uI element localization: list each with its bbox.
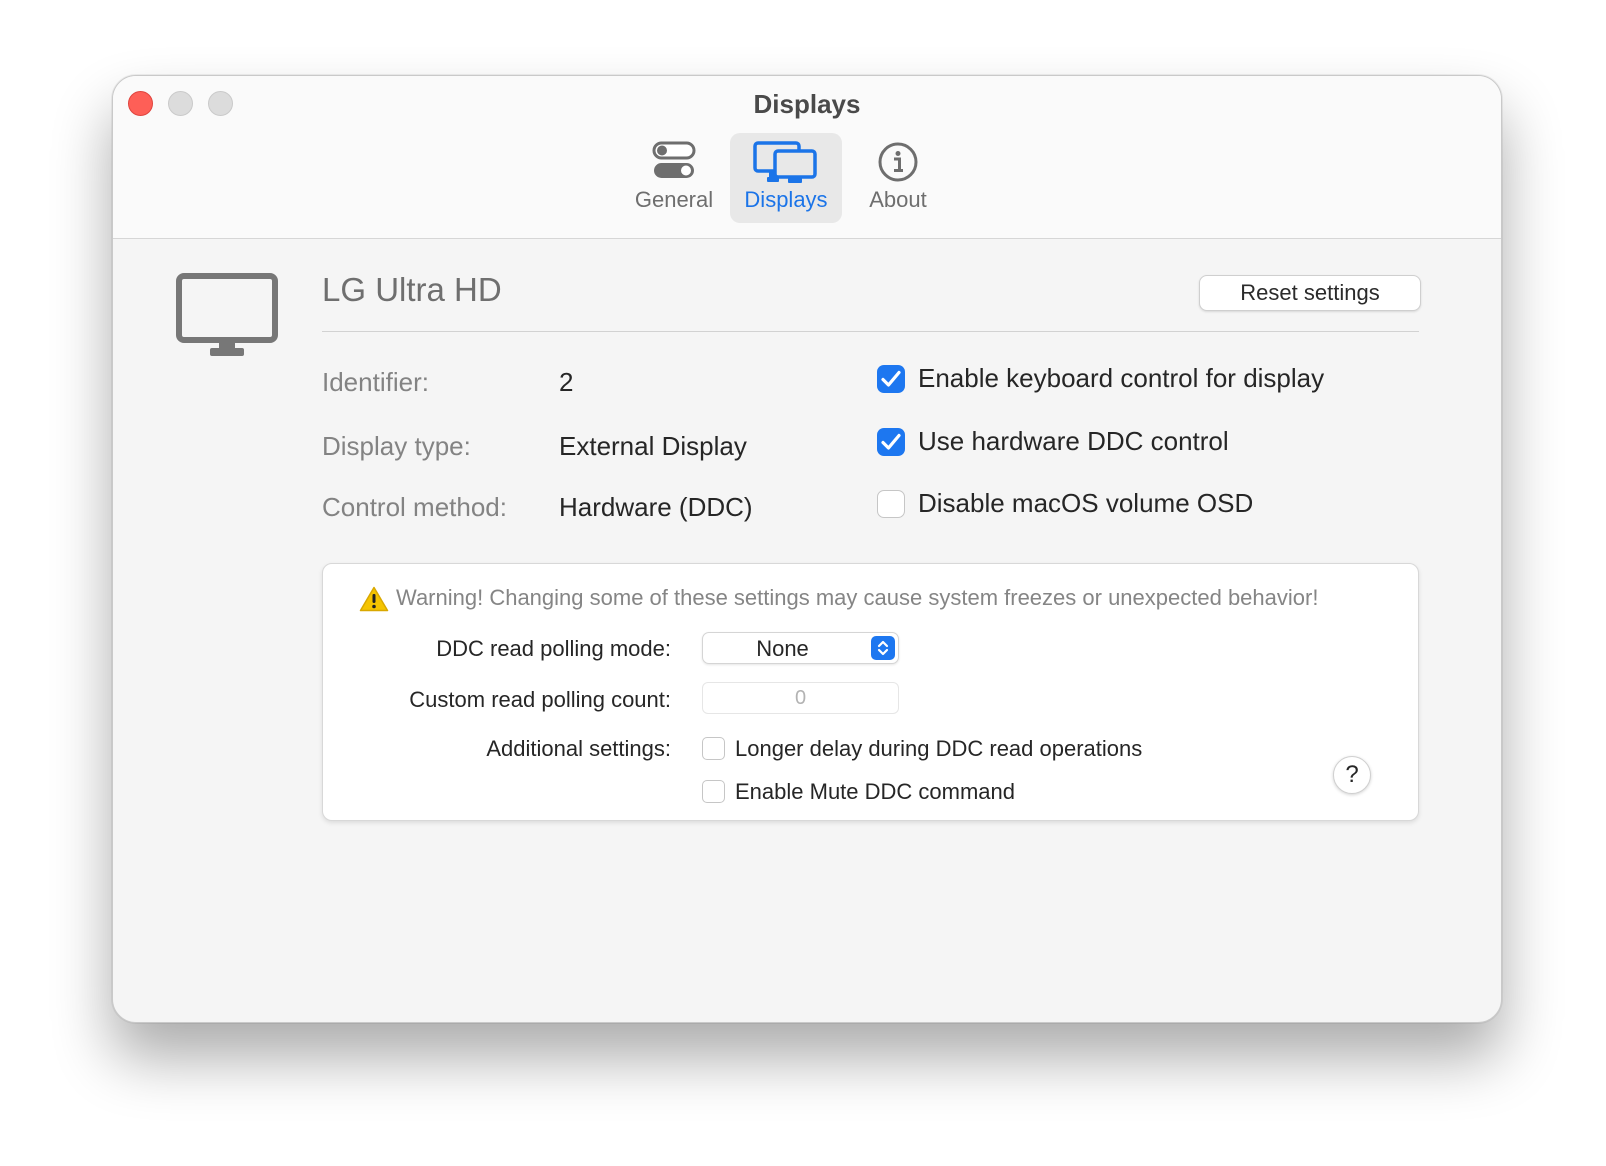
preferences-window: Displays General Displays About LG Ultra… [112,75,1502,1023]
display-type-value: External Display [559,431,747,461]
window-title: Displays [753,89,861,119]
reset-settings-button[interactable]: Reset settings [1199,275,1421,311]
polling-mode-value: None [756,636,809,661]
polling-count-field[interactable]: 0 [702,682,899,714]
title-bar: Displays General Displays About [113,76,1501,239]
disable-osd-label[interactable]: Disable macOS volume OSD [918,488,1253,519]
tab-displays[interactable]: Displays [730,133,842,223]
header-divider [322,331,1419,332]
hardware-ddc-label[interactable]: Use hardware DDC control [918,426,1229,457]
displays-pane: LG Ultra HD Reset settings Identifier: 2… [113,239,1501,1022]
display-type-label: Display type: [322,431,471,461]
toggles-icon [618,141,730,189]
warning-icon [359,586,389,617]
identifier-label: Identifier: [322,367,429,397]
tab-general[interactable]: General [618,133,730,223]
info-icon [842,141,954,189]
polling-mode-select[interactable]: None [702,632,899,664]
mute-ddc-label[interactable]: Enable Mute DDC command [735,779,1015,805]
advanced-settings-panel: Warning! Changing some of these settings… [322,563,1419,821]
control-method-label: Control method: [322,492,507,522]
additional-settings-label: Additional settings: [486,736,671,761]
longer-delay-checkbox[interactable] [702,737,725,760]
help-button[interactable]: ? [1333,756,1371,794]
disable-osd-checkbox[interactable] [877,490,905,518]
warning-text: Warning! Changing some of these settings… [396,585,1319,610]
polling-count-label: Custom read polling count: [409,687,671,712]
mute-ddc-checkbox[interactable] [702,780,725,803]
longer-delay-label[interactable]: Longer delay during DDC read operations [735,736,1142,762]
tab-about[interactable]: About [842,133,954,223]
monitor-icon [176,273,278,364]
polling-mode-label: DDC read polling mode: [436,636,671,661]
display-name: LG Ultra HD [322,271,502,308]
chevron-up-down-icon [871,636,895,660]
keyboard-control-label[interactable]: Enable keyboard control for display [918,363,1324,394]
tab-displays-label: Displays [744,187,828,212]
keyboard-control-checkbox[interactable] [877,365,905,393]
tab-general-label: General [634,187,714,212]
tab-about-label: About [869,187,927,212]
control-method-value: Hardware (DDC) [559,492,753,522]
displays-icon [730,141,842,189]
identifier-value: 2 [559,367,574,397]
hardware-ddc-checkbox[interactable] [877,428,905,456]
